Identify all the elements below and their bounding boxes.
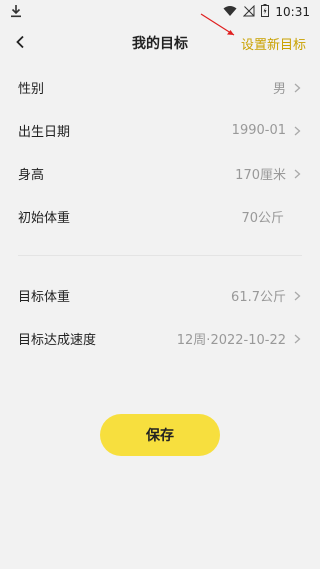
chevron-right-icon xyxy=(292,169,302,179)
section-divider xyxy=(18,255,302,256)
row-value-wrap: 170厘米 xyxy=(235,164,302,183)
wifi-icon xyxy=(223,5,237,20)
signal-icon xyxy=(243,4,255,20)
header: 我的目标 设置新目标 xyxy=(0,24,320,62)
chevron-right-icon xyxy=(292,291,302,301)
status-bar: 10:31 xyxy=(0,0,320,24)
save-button[interactable]: 保存 xyxy=(100,414,220,456)
battery-icon xyxy=(261,4,270,20)
chevron-right-icon xyxy=(292,334,302,344)
row-value: 1990-01 xyxy=(231,123,286,138)
height-row[interactable]: 身高 170厘米 xyxy=(18,152,302,195)
row-label: 出生日期 xyxy=(18,125,71,140)
row-label: 目标达成速度 xyxy=(18,333,97,348)
row-value: 12周·2022-10-22 xyxy=(176,333,286,348)
row-value: 男 xyxy=(272,82,286,97)
download-icon xyxy=(10,4,22,21)
chevron-right-icon xyxy=(292,126,302,136)
chevron-right-icon xyxy=(292,83,302,93)
gender-row[interactable]: 性别 男 xyxy=(18,66,302,109)
status-time: 10:31 xyxy=(275,5,310,19)
row-label: 目标体重 xyxy=(18,290,71,305)
row-value: 61.7公斤 xyxy=(231,290,286,305)
row-value-wrap: 61.7公斤 xyxy=(231,286,302,305)
row-label: 身高 xyxy=(18,168,45,183)
row-value-wrap: 男 xyxy=(273,78,302,97)
birth-date-row[interactable]: 出生日期 1990-01 xyxy=(18,109,302,152)
target-weight-row[interactable]: 目标体重 61.7公斤 xyxy=(18,274,302,317)
goal-section: 目标体重 61.7公斤 目标达成速度 12周·2022-10-22 xyxy=(0,274,320,360)
row-value: 70公斤 xyxy=(241,211,284,226)
profile-section: 性别 男 出生日期 1990-01 身高 170厘米 初始体重 70公斤 xyxy=(0,66,320,238)
goal-speed-row[interactable]: 目标达成速度 12周·2022-10-22 xyxy=(18,317,302,360)
row-value-wrap: 12周·2022-10-22 xyxy=(177,329,302,348)
initial-weight-row: 初始体重 70公斤 xyxy=(18,195,302,238)
row-value-wrap: 1990-01 xyxy=(232,123,302,138)
row-value: 170厘米 xyxy=(235,168,286,183)
set-new-goal-link[interactable]: 设置新目标 xyxy=(241,34,306,53)
row-label: 初始体重 xyxy=(18,211,71,226)
row-label: 性别 xyxy=(18,82,45,97)
